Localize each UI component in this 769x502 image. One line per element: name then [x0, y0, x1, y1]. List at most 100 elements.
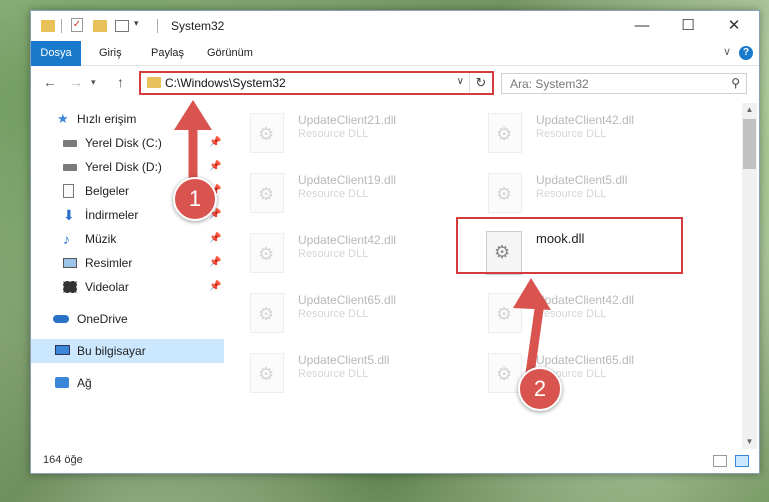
download-icon: ⬇: [63, 207, 75, 223]
chevron-down-icon[interactable]: ∨: [457, 76, 464, 87]
window-title: System32: [171, 19, 225, 33]
sidebar-item-label: Yerel Disk (D:): [85, 160, 162, 174]
sidebar-item-label: Bu bilgisayar: [77, 344, 146, 358]
file-item[interactable]: UpdateClient5.dll Resource DLL: [466, 167, 696, 219]
recent-locations-icon[interactable]: ▾: [91, 77, 96, 88]
file-item[interactable]: UpdateClient42.dll Resource DLL: [466, 107, 696, 159]
new-folder-icon[interactable]: [93, 20, 107, 32]
computer-icon: [55, 345, 70, 355]
drive-icon: [63, 164, 77, 171]
close-button[interactable]: ✕: [711, 11, 757, 41]
maximize-button[interactable]: ☐: [665, 11, 711, 41]
file-type: Resource DLL: [298, 368, 369, 380]
expand-ribbon-icon[interactable]: ∨: [723, 45, 731, 58]
scroll-thumb[interactable]: [743, 119, 756, 169]
sidebar-item-videos[interactable]: Videolar 📌: [31, 275, 224, 299]
scroll-down-icon[interactable]: ▼: [742, 435, 757, 449]
sidebar-item-onedrive[interactable]: OneDrive: [31, 307, 224, 331]
file-name: UpdateClient5.dll: [536, 173, 628, 187]
dll-file-icon: [250, 113, 284, 153]
dll-file-icon: [250, 233, 284, 273]
dll-file-icon: [250, 353, 284, 393]
title-bar: ✓ ▾ System32 — ☐ ✕: [31, 11, 759, 41]
step-2-badge: 2: [518, 367, 562, 411]
search-input[interactable]: Ara: System32 ⚲: [501, 73, 747, 94]
scroll-up-icon[interactable]: ▲: [742, 103, 757, 117]
dll-file-icon: [250, 293, 284, 333]
sidebar-item-label: Müzik: [85, 232, 117, 246]
file-highlight-box: [456, 217, 683, 274]
pin-icon[interactable]: 📌: [209, 275, 221, 299]
step-1-badge: 1: [173, 177, 217, 221]
search-placeholder: Ara: System32: [510, 77, 589, 91]
sidebar-item-label: İndirmeler: [85, 208, 139, 222]
address-bar[interactable]: C:\Windows\System32 ∨ ↻: [139, 71, 494, 95]
network-icon: [55, 377, 69, 388]
up-arrow-icon[interactable]: ↑: [117, 74, 124, 90]
dll-file-icon: [250, 173, 284, 213]
refresh-icon[interactable]: ↻: [469, 73, 492, 93]
file-type: Resource DLL: [536, 128, 607, 140]
file-list: UpdateClient21.dll Resource DLL UpdateCl…: [228, 103, 742, 449]
file-item[interactable]: UpdateClient19.dll Resource DLL: [228, 167, 458, 219]
dll-file-icon: [488, 113, 522, 153]
file-type: Resource DLL: [298, 128, 369, 140]
sidebar-item-this-pc[interactable]: Bu bilgisayar: [31, 339, 224, 363]
ribbon-tabs: Dosya Giriş Paylaş Görünüm ∨ ?: [31, 41, 759, 93]
file-name: UpdateClient19.dll: [298, 173, 397, 187]
cloud-icon: [53, 315, 69, 323]
sidebar-item-label: OneDrive: [77, 312, 128, 326]
file-name: UpdateClient42.dll: [536, 113, 635, 127]
vertical-scrollbar[interactable]: ▲ ▼: [742, 103, 757, 449]
file-name: UpdateClient21.dll: [298, 113, 397, 127]
file-type: Resource DLL: [298, 188, 369, 200]
sidebar-item-pictures[interactable]: Resimler 📌: [31, 251, 224, 275]
file-item[interactable]: UpdateClient42.dll Resource DLL: [228, 227, 458, 279]
file-item[interactable]: UpdateClient65.dll Resource DLL: [228, 287, 458, 339]
pictures-icon: [63, 258, 77, 268]
forward-arrow-icon[interactable]: →: [69, 74, 83, 90]
pin-icon[interactable]: 📌: [209, 251, 221, 275]
search-icon[interactable]: ⚲: [731, 76, 740, 90]
tab-share[interactable]: Paylaş: [151, 41, 184, 65]
file-item[interactable]: UpdateClient21.dll Resource DLL: [228, 107, 458, 159]
back-arrow-icon[interactable]: ←: [43, 74, 57, 90]
separator: [61, 19, 62, 33]
chevron-down-icon[interactable]: ▾: [134, 18, 139, 29]
customize-icon[interactable]: [115, 20, 129, 32]
folder-icon: [147, 77, 161, 88]
minimize-button[interactable]: —: [619, 11, 665, 41]
sidebar-item-label: Belgeler: [85, 184, 130, 198]
sidebar-item-network[interactable]: Ağ: [31, 371, 224, 395]
folder-icon: [41, 20, 55, 32]
properties-icon[interactable]: ✓: [71, 18, 83, 32]
file-name: UpdateClient42.dll: [298, 233, 397, 247]
status-bar: 164 öğe: [31, 449, 759, 473]
tab-home[interactable]: Giriş: [99, 41, 122, 65]
details-view-icon[interactable]: [713, 455, 727, 467]
large-icons-view-icon[interactable]: [735, 455, 749, 467]
separator: [157, 19, 158, 33]
file-type: Resource DLL: [298, 248, 369, 260]
address-path: C:\Windows\System32: [165, 76, 286, 90]
help-icon[interactable]: ?: [739, 46, 753, 60]
dll-file-icon: [488, 173, 522, 213]
sidebar-item-label: Yerel Disk (C:): [85, 136, 162, 150]
documents-icon: [63, 184, 74, 198]
sidebar-item-label: Videolar: [85, 280, 129, 294]
file-name: UpdateClient65.dll: [298, 293, 397, 307]
sidebar-item-label: Resimler: [85, 256, 133, 270]
item-count: 164 öğe: [43, 454, 83, 466]
file-type: Resource DLL: [298, 308, 369, 320]
tab-view[interactable]: Görünüm: [207, 41, 253, 65]
music-icon: ♪: [63, 231, 70, 247]
sidebar-item-label: Hızlı erişim: [77, 112, 137, 126]
drive-icon: [63, 140, 77, 147]
pin-icon[interactable]: 📌: [209, 227, 221, 251]
file-type: Resource DLL: [536, 188, 607, 200]
file-name: UpdateClient5.dll: [298, 353, 390, 367]
sidebar-item-label: Ağ: [77, 376, 92, 390]
sidebar-item-music[interactable]: ♪ Müzik 📌: [31, 227, 224, 251]
file-item[interactable]: UpdateClient5.dll Resource DLL: [228, 347, 458, 399]
videos-icon: [63, 281, 77, 293]
